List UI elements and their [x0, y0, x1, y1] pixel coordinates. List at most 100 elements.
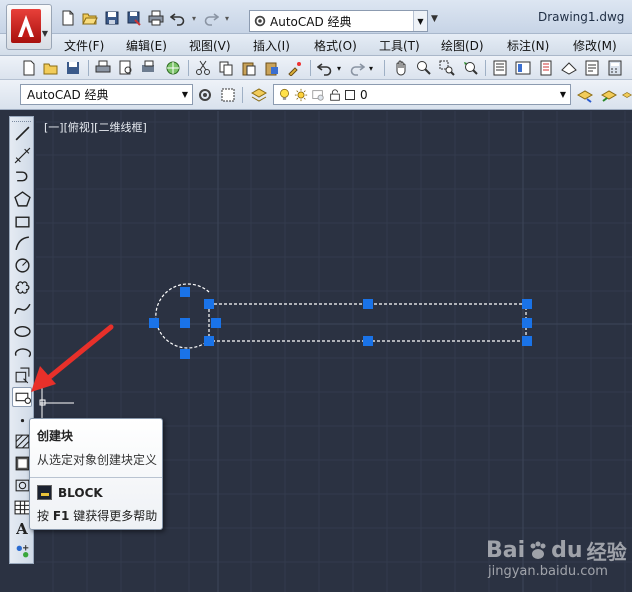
layer-state-icon[interactable] [622, 86, 632, 104]
grip-handle[interactable] [522, 336, 532, 346]
toolbar-separator [310, 60, 311, 76]
save-icon[interactable] [102, 9, 121, 27]
create-block-icon[interactable] [12, 387, 32, 407]
menu-file[interactable]: 文件(F) [64, 37, 104, 54]
tool-palettes-icon[interactable] [537, 59, 555, 77]
chevron-down-icon[interactable]: ▼ [556, 85, 570, 104]
cut-icon[interactable] [194, 59, 212, 77]
open-file-icon[interactable] [80, 9, 99, 27]
line-icon[interactable] [12, 123, 32, 143]
baidu-jingyan-watermark: Bai du 经验 jingyan.baidu.com [482, 526, 632, 586]
grip-handle[interactable] [363, 299, 373, 309]
new-file-icon[interactable] [58, 9, 77, 27]
toolbar-separator [485, 60, 486, 76]
toolbar-grip[interactable] [12, 117, 31, 122]
layer-combo[interactable]: 0 ▼ [273, 84, 571, 105]
grip-handle[interactable] [204, 336, 214, 346]
grip-handle[interactable] [180, 318, 190, 328]
undo-icon[interactable] [168, 9, 187, 27]
redo-icon[interactable] [348, 59, 366, 77]
application-menu-button[interactable]: ▼ [6, 4, 52, 50]
save-icon[interactable] [64, 59, 82, 77]
selected-rectangle[interactable] [208, 303, 527, 342]
my-workspace-icon[interactable] [219, 86, 237, 104]
print-icon[interactable] [146, 9, 165, 27]
paste-block-icon[interactable] [263, 59, 281, 77]
paste-icon[interactable] [240, 59, 258, 77]
grip-handle[interactable] [211, 318, 221, 328]
grip-handle[interactable] [522, 318, 532, 328]
plot-preview-icon[interactable] [117, 59, 135, 77]
grip-handle[interactable] [522, 299, 532, 309]
zoom-previous-icon[interactable] [461, 59, 479, 77]
menu-edit[interactable]: 编辑(E) [126, 37, 167, 54]
undo-dropdown-icon[interactable]: ▾ [334, 59, 344, 77]
grip-handle[interactable] [180, 287, 190, 297]
grip-handle[interactable] [180, 349, 190, 359]
layer-color-swatch [345, 89, 355, 100]
workspace-switcher[interactable]: AutoCAD 经典 ▼ [249, 10, 428, 32]
tooltip-title: 创建块 [37, 429, 74, 443]
menu-tools[interactable]: 工具(T) [379, 37, 420, 54]
sun-icon[interactable] [294, 88, 308, 102]
3d-dwf-icon[interactable] [164, 59, 182, 77]
quickcalc-icon[interactable] [606, 59, 624, 77]
save-as-icon[interactable] [124, 9, 143, 27]
grip-handle[interactable] [204, 299, 214, 309]
circle-icon[interactable] [12, 255, 32, 275]
customize-quick-access-icon[interactable]: ▼ [431, 14, 438, 24]
redo-dropdown-icon[interactable]: ▾ [223, 14, 231, 23]
ellipse-arc-icon[interactable] [12, 343, 32, 363]
toolbar-separator [88, 60, 89, 76]
tooltip-command: BLOCK [58, 485, 103, 500]
arc-icon[interactable] [12, 233, 32, 253]
construction-line-icon[interactable] [12, 145, 32, 165]
workspace-settings-icon[interactable] [196, 86, 214, 104]
menu-view[interactable]: 视图(V) [189, 37, 231, 54]
viewport-freeze-icon[interactable] [311, 88, 325, 102]
add-selected-icon[interactable] [12, 541, 32, 561]
chevron-down-icon[interactable]: ▼ [178, 85, 192, 104]
chevron-down-icon[interactable]: ▼ [413, 11, 427, 31]
rectangle-icon[interactable] [12, 211, 32, 231]
menu-insert[interactable]: 插入(I) [253, 37, 290, 54]
undo-dropdown-icon[interactable]: ▾ [190, 14, 198, 23]
tooltip-help: 按 F1 键获得更多帮助 [37, 507, 157, 524]
revision-cloud-icon[interactable] [12, 277, 32, 297]
markup-icon[interactable] [583, 59, 601, 77]
insert-block-icon[interactable] [12, 365, 32, 385]
plot-icon[interactable] [94, 59, 112, 77]
properties-icon[interactable] [491, 59, 509, 77]
spline-icon[interactable] [12, 299, 32, 319]
menu-format[interactable]: 格式(O) [314, 37, 357, 54]
open-icon[interactable] [42, 59, 60, 77]
design-center-icon[interactable] [514, 59, 532, 77]
grip-handle[interactable] [149, 318, 159, 328]
redo-icon[interactable] [201, 9, 220, 27]
menu-dimension[interactable]: 标注(N) [507, 37, 549, 54]
workspace-combo[interactable]: AutoCAD 经典 ▼ [20, 84, 193, 105]
lightbulb-icon[interactable] [278, 88, 291, 102]
layer-previous-icon[interactable] [600, 86, 618, 104]
match-properties-icon[interactable] [286, 59, 304, 77]
make-current-layer-icon[interactable] [576, 86, 594, 104]
copy-icon[interactable] [217, 59, 235, 77]
menu-draw[interactable]: 绘图(D) [441, 37, 484, 54]
menu-modify[interactable]: 修改(M) [573, 37, 617, 54]
undo-icon[interactable] [316, 59, 334, 77]
pan-icon[interactable] [392, 59, 410, 77]
ellipse-icon[interactable] [12, 321, 32, 341]
polygon-icon[interactable] [12, 189, 32, 209]
sheet-set-icon[interactable] [560, 59, 578, 77]
new-icon[interactable] [20, 59, 38, 77]
layer-properties-icon[interactable] [250, 86, 268, 104]
autocad-logo-icon [11, 9, 41, 43]
polyline-icon[interactable] [12, 167, 32, 187]
paw-icon [530, 541, 546, 559]
zoom-window-icon[interactable] [438, 59, 456, 77]
publish-icon[interactable] [140, 59, 158, 77]
grip-handle[interactable] [363, 336, 373, 346]
zoom-realtime-icon[interactable] [415, 59, 433, 77]
redo-dropdown-icon[interactable]: ▾ [366, 59, 376, 77]
lock-icon[interactable] [328, 88, 342, 102]
